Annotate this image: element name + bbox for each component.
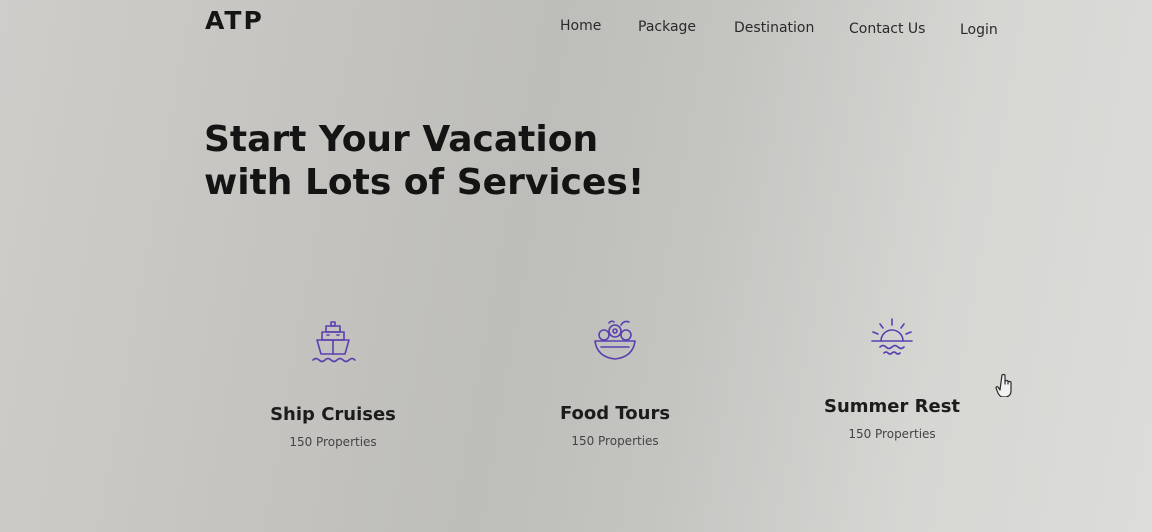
nav-contact-link[interactable]: Contact Us [849, 21, 925, 37]
service-properties-count: 150 Properties [848, 427, 936, 441]
nav-login-link[interactable]: Login [960, 22, 998, 38]
nav-destination-link[interactable]: Destination [734, 20, 814, 36]
sunset-icon [871, 318, 913, 355]
nav-home-link[interactable]: Home [560, 18, 601, 34]
service-card-food-tours[interactable]: Food Tours 150 Properties [515, 317, 715, 448]
service-name: Ship Cruises [270, 404, 396, 425]
service-name: Summer Rest [823, 396, 961, 417]
hero-title: Start Your Vacation with Lots of Service… [204, 119, 645, 203]
service-card-summer-rest[interactable]: Summer Rest 150 Properties [792, 313, 992, 441]
service-card-ship-cruises[interactable]: Ship Cruises 150 Properties [233, 318, 433, 449]
ship-icon [312, 321, 356, 363]
service-properties-count: 150 Properties [289, 435, 377, 449]
food-bowl-icon [594, 320, 636, 360]
hand-pointer-icon [995, 373, 1012, 397]
service-properties-count: 150 Properties [571, 434, 659, 448]
nav-package-link[interactable]: Package [638, 19, 696, 35]
service-name: Food Tours [559, 403, 671, 424]
site-logo[interactable]: ATP [205, 6, 264, 35]
